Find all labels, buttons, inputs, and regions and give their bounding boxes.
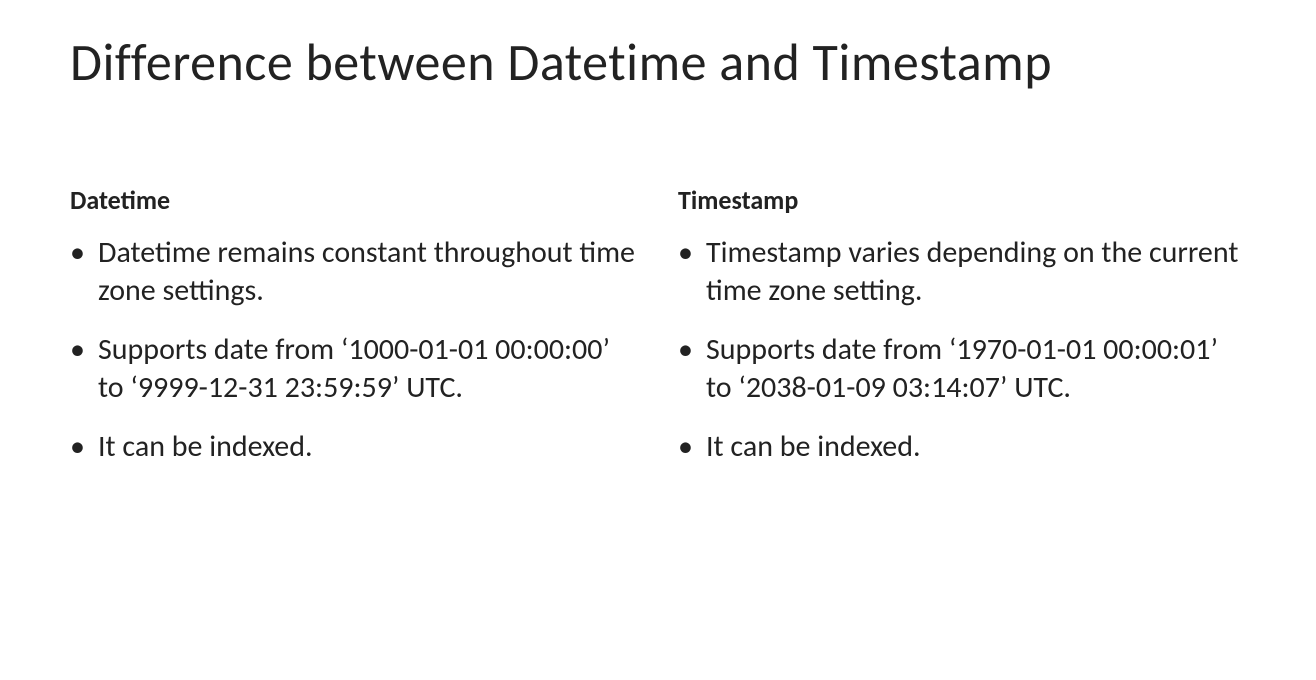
comparison-columns: Datetime Datetime remains constant throu… bbox=[70, 184, 1246, 488]
list-item: Supports date from ‘1970-01-01 00:00:01’… bbox=[678, 331, 1246, 406]
list-item: Supports date from ‘1000-01-01 00:00:00’… bbox=[70, 331, 638, 406]
datetime-heading: Datetime bbox=[70, 184, 638, 216]
list-item: It can be indexed. bbox=[70, 428, 638, 466]
timestamp-list: Timestamp varies depending on the curren… bbox=[678, 234, 1246, 466]
list-item: Timestamp varies depending on the curren… bbox=[678, 234, 1246, 309]
datetime-list: Datetime remains constant throughout tim… bbox=[70, 234, 638, 466]
list-item: It can be indexed. bbox=[678, 428, 1246, 466]
timestamp-heading: Timestamp bbox=[678, 184, 1246, 216]
timestamp-column: Timestamp Timestamp varies depending on … bbox=[678, 184, 1246, 488]
slide-title: Difference between Datetime and Timestam… bbox=[70, 30, 1246, 94]
datetime-column: Datetime Datetime remains constant throu… bbox=[70, 184, 638, 488]
list-item: Datetime remains constant throughout tim… bbox=[70, 234, 638, 309]
